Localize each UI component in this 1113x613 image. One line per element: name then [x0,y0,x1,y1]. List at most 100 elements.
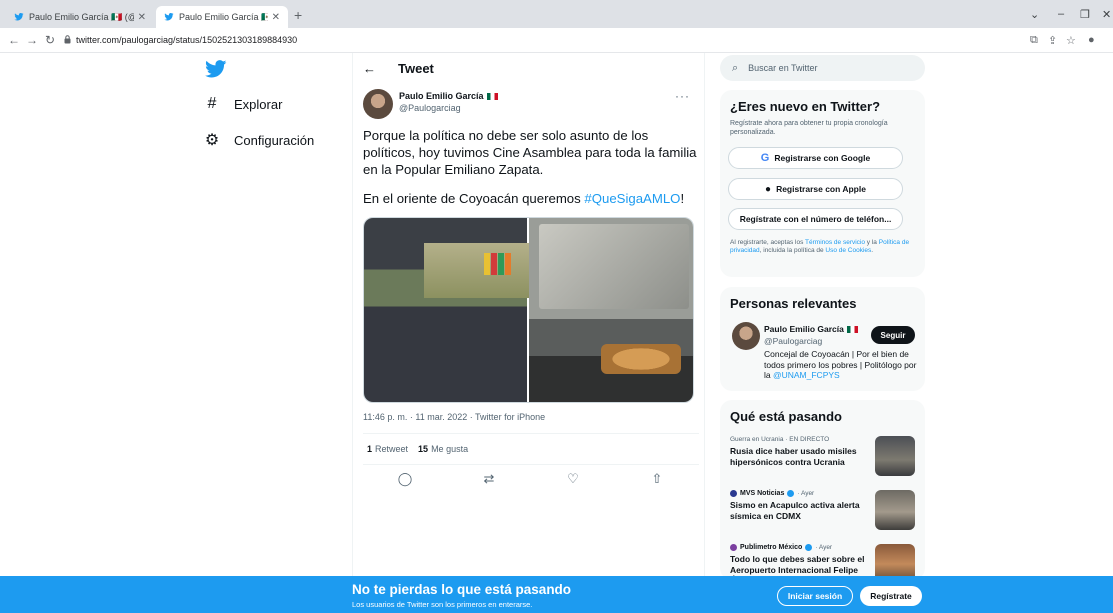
tweet-actions: ◯ ⇄ ♡ ⇧ [363,468,699,490]
tweet-timestamp[interactable]: 11:46 p. m. · 11 mar. 2022 · Twitter for… [363,412,545,422]
search-icon: ⌕ [732,61,739,74]
tab-search-icon[interactable]: ⌄ [1030,8,1039,21]
hashtag-link[interactable]: #QueSigaAMLO [584,191,680,206]
tweet-media[interactable] [363,217,694,403]
lock-icon [64,35,71,44]
nav-item-label: Explorar [234,96,283,112]
banner-title: No te pierdas lo que está pasando [352,582,572,597]
person-handle[interactable]: @Paulogarciag [764,336,822,346]
mexico-flag-icon [846,326,858,334]
trend-item[interactable]: Publimetro México · Ayer Todo lo que debe… [730,544,925,580]
window-close-icon[interactable]: ✕ [1102,8,1111,21]
twitter-bird-icon [164,13,174,21]
tweet-paragraph: En el oriente de Coyoacán queremos #QueS… [363,191,685,206]
gear-icon: ⚙ [204,132,220,149]
signup-apple-button[interactable]: ● Registrarse con Apple [728,178,903,200]
follow-button[interactable]: Seguir [871,326,915,344]
author-handle[interactable]: @Paulogarciag [399,103,461,113]
projection-screen-illustration [538,224,689,309]
person-name[interactable]: Paulo Emilio García [764,324,858,334]
author-avatar[interactable] [363,89,393,119]
person-bio: Concejal de Coyoacán | Por el bien de to… [764,349,917,380]
bio-link[interactable]: @UNAM_FCPYS [773,370,840,380]
tweet-photo[interactable] [364,218,529,402]
trend-thumbnail [875,436,915,476]
nav-item-explorar[interactable]: # Explorar [204,95,283,113]
banner-subtitle: Los usuarios de Twitter son los primeros… [352,600,533,609]
trending-card: Qué está pasando Guerra en Ucrania · EN … [720,400,925,580]
google-icon: G [760,152,770,164]
url-field[interactable]: twitter.com/paulogarciag/status/15025213… [76,35,297,45]
retweet-icon[interactable]: ⇄ [479,471,499,487]
tweet-column: ← Tweet Paulo Emilio García @Paulogarcia… [352,53,705,583]
like-heart-icon[interactable]: ♡ [563,471,583,487]
reload-icon[interactable]: ↻ [45,33,55,47]
bookmark-star-icon[interactable]: ☆ [1066,34,1076,47]
verified-badge-icon [805,544,813,551]
food-illustration [601,344,681,374]
verified-badge-icon [787,490,795,497]
author-name[interactable]: Paulo Emilio García [399,91,498,101]
tweet-stats: 1 Retweet 15 Me gusta [363,433,699,465]
share-icon[interactable]: ⇧ [647,471,667,487]
browser-tab-bar: Paulo Emilio García 🇲🇽 (@Paulog ✕ Paulo … [0,0,1113,28]
search-placeholder: Buscar en Twitter [748,63,818,73]
search-input[interactable]: ⌕ Buscar en Twitter [720,55,925,81]
tweet-paragraph: Porque la política no debe ser solo asun… [363,128,697,177]
nav-item-configuracion[interactable]: ⚙ Configuración [204,130,314,150]
trending-title: Qué está pasando [730,409,842,424]
reply-icon[interactable]: ◯ [395,471,415,487]
trend-headline: Rusia dice haber usado misiles hipersóni… [730,446,857,467]
tweet-header: ← Tweet [363,61,434,76]
signup-card: ¿Eres nuevo en Twitter? Regístrate ahora… [720,90,925,277]
maximize-icon[interactable]: ❐ [1080,8,1090,21]
signup-google-button[interactable]: G Registrarse con Google [728,147,903,169]
minimize-icon[interactable]: – [1058,8,1064,20]
login-button[interactable]: Iniciar sesión [777,586,853,606]
source-logo-icon [730,490,737,497]
profile-icon[interactable]: ● [1088,34,1095,46]
install-icon[interactable]: ⧉ [1030,34,1038,47]
terms-link[interactable]: Términos de servicio [805,239,865,246]
relevant-people-title: Personas relevantes [730,296,857,311]
twitter-bird-icon [14,13,24,21]
share-icon[interactable]: ⇪ [1048,34,1057,47]
cookies-link[interactable]: Uso de Cookies [825,247,871,254]
trend-item[interactable]: Guerra en Ucrania · EN DIRECTO Rusia dic… [730,436,925,476]
back-arrow-icon[interactable]: ← [8,33,20,47]
mexico-flag-icon [486,93,498,101]
relevant-people-card: Personas relevantes Paulo Emilio García … [720,287,925,391]
signup-button[interactable]: Regístrate [860,586,922,606]
tab-title: Paulo Emilio García 🇲🇽 en Twitte [179,11,268,22]
market-wall-illustration [424,243,529,298]
forward-arrow-icon[interactable]: → [26,33,38,47]
login-banner: No te pierdas lo que está pasando Los us… [0,576,1113,613]
address-bar-row: ← → ↻ twitter.com/paulogarciag/status/15… [0,28,1113,53]
browser-tab[interactable]: Paulo Emilio García 🇲🇽 (@Paulog ✕ [6,6,154,28]
tab-title: Paulo Emilio García 🇲🇽 (@Paulog [29,11,134,22]
signup-phone-button[interactable]: Regístrate con el número de teléfon... [728,208,903,230]
close-tab-icon[interactable]: ✕ [138,12,146,23]
browser-tab-active[interactable]: Paulo Emilio García 🇲🇽 en Twitte ✕ [156,6,288,28]
more-options-icon[interactable]: ··· [675,89,690,103]
page-title: Tweet [398,61,434,76]
retweet-stat[interactable]: 1 Retweet [367,444,408,454]
new-tab-button[interactable]: + [294,7,302,23]
legal-text: Al registrarte, aceptas los Términos de … [730,239,910,254]
signup-card-subtitle: Regístrate ahora para obtener tu propia … [730,120,888,136]
nav-item-label: Configuración [234,132,315,148]
tweet-photo[interactable] [528,218,693,402]
signup-card-title: ¿Eres nuevo en Twitter? [730,99,881,114]
back-arrow-icon[interactable]: ← [363,61,376,76]
tweet-text: Porque la política no debe ser solo asun… [363,127,699,207]
avatar[interactable] [732,322,760,350]
trend-item[interactable]: MVS Noticias · Ayer Sismo en Acapulco act… [730,490,925,530]
hashtag-icon: # [207,95,217,112]
twitter-logo-icon[interactable] [205,60,227,78]
source-logo-icon [730,544,737,551]
apple-icon: ● [765,183,772,195]
likes-stat[interactable]: 15 Me gusta [418,444,468,454]
trend-headline: Sismo en Acapulco activa alerta sísmica … [730,500,860,521]
trend-thumbnail [875,490,915,530]
close-tab-icon[interactable]: ✕ [272,12,280,23]
